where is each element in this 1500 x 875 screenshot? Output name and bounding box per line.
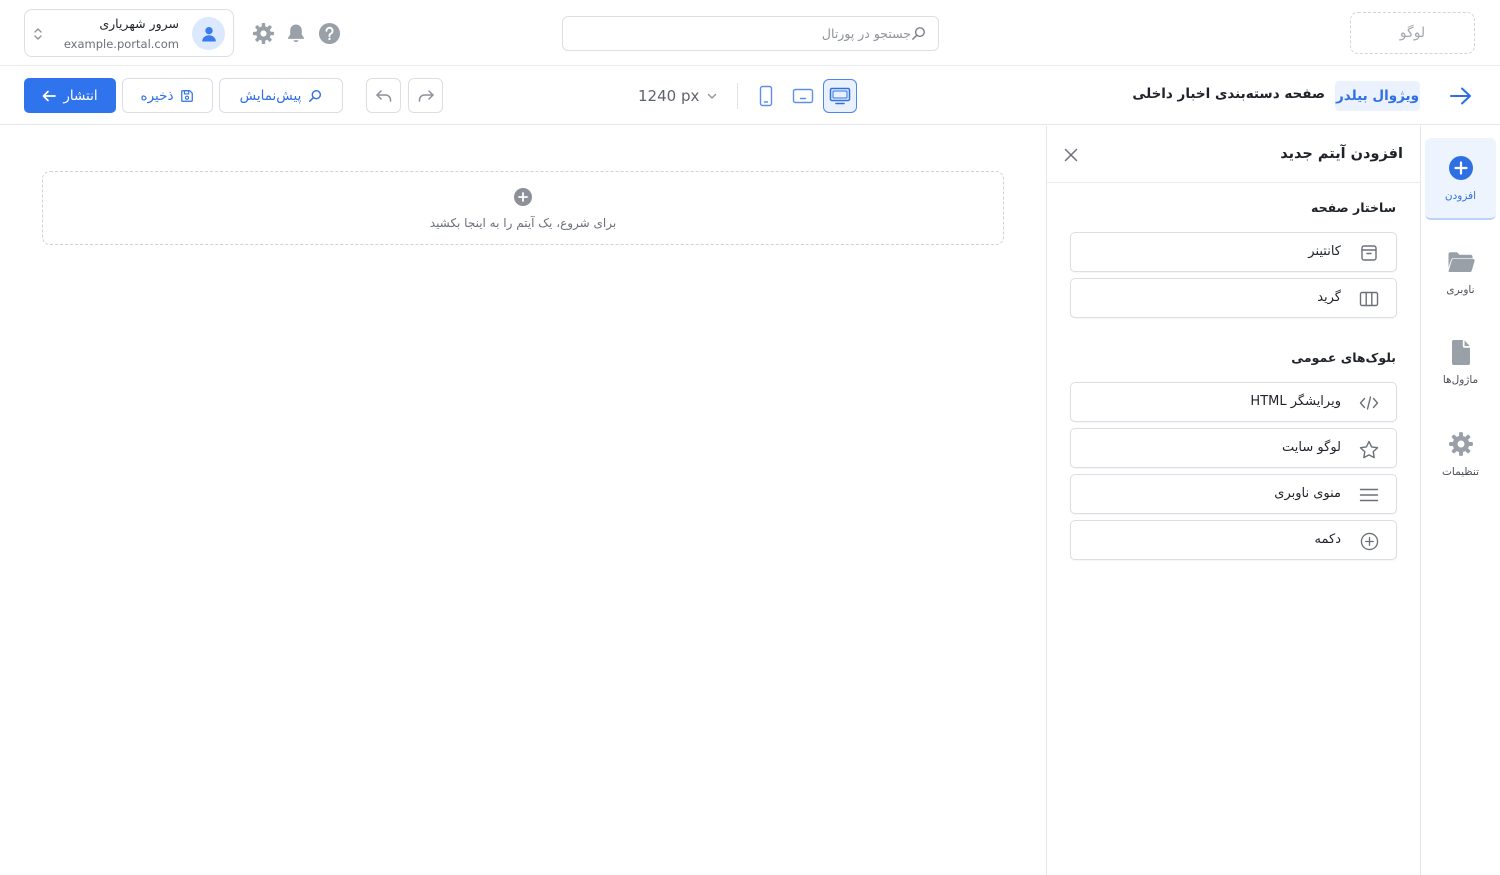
help-icon[interactable] (317, 21, 341, 45)
search-box[interactable] (562, 16, 939, 51)
grid-columns-icon (1358, 288, 1380, 310)
user-icon (201, 26, 216, 42)
user-name: سرور شهریاری (99, 16, 179, 31)
document-icon (1447, 338, 1475, 366)
item-html-editor[interactable]: ویرایشگر HTML (1070, 382, 1397, 422)
search-input[interactable] (575, 26, 911, 41)
gear-icon[interactable] (251, 21, 275, 45)
item-container[interactable]: کانتینر (1070, 232, 1397, 272)
desktop-icon (829, 87, 851, 105)
container-icon (1358, 242, 1380, 264)
preview-button[interactable]: پیش‌نمایش (219, 78, 343, 113)
save-disk-icon (180, 89, 194, 103)
search-icon (911, 26, 926, 41)
preview-search-icon (308, 89, 322, 103)
add-circle-icon (514, 188, 532, 206)
add-item-panel: افزودن آیتم جدید ساختار صفحه کانتینر گری… (1046, 126, 1421, 875)
rail-item-add[interactable]: افزودن (1425, 138, 1496, 220)
rail-item-label: افزودن (1444, 190, 1477, 202)
save-label: ذخیره (140, 87, 174, 104)
panel-header: افزودن آیتم جدید (1047, 126, 1420, 183)
section-title-structure: ساختار صفحه (1310, 200, 1396, 215)
canvas-width-select[interactable]: 1240 px (638, 85, 717, 107)
device-desktop-button[interactable] (823, 79, 857, 113)
item-label: گرید (1317, 290, 1341, 305)
item-grid[interactable]: گرید (1070, 278, 1397, 318)
redo-icon (418, 89, 434, 102)
logo-placeholder[interactable]: لوگو (1350, 12, 1475, 54)
undo-icon (375, 89, 391, 102)
app-badge: ویژوال بیلدر (1335, 81, 1420, 111)
drop-hint: برای شروع، یک آیتم را به اینجا بکشید (429, 216, 617, 230)
toolbar-divider (737, 83, 738, 109)
close-icon[interactable] (1061, 145, 1081, 165)
rail-item-navigation[interactable]: ناوبری (1425, 232, 1496, 314)
section-title-general: بلوک‌های عمومی (1291, 350, 1396, 365)
gear-icon (1447, 430, 1475, 458)
item-site-logo[interactable]: لوگو سایت (1070, 428, 1397, 468)
item-label: ویرایشگر HTML (1250, 394, 1341, 409)
drop-zone[interactable]: برای شروع، یک آیتم را به اینجا بکشید (42, 171, 1004, 245)
arrow-left-icon (42, 90, 57, 102)
page-title: صفحه دسته‌بندی اخبار داخلی (1132, 86, 1325, 102)
builder-toolbar: ویژوال بیلدر صفحه دسته‌بندی اخبار داخلی … (0, 67, 1500, 125)
rail-item-label: ناوبری (1446, 284, 1475, 296)
item-label: لوگو سایت (1282, 440, 1341, 455)
code-icon (1358, 392, 1380, 414)
back-arrow-icon[interactable] (1448, 84, 1474, 108)
canvas-width-value: 1240 px (638, 87, 700, 105)
rail-item-settings[interactable]: تنظیمات (1425, 414, 1496, 496)
item-nav-menu[interactable]: منوی ناوبری (1070, 474, 1397, 514)
avatar (192, 17, 225, 50)
rail-item-label: تنظیمات (1441, 466, 1480, 478)
chevron-down-icon (707, 93, 717, 100)
app-badge-label: ویژوال بیلدر (1336, 88, 1419, 104)
star-icon (1358, 438, 1380, 460)
item-label: منوی ناوبری (1274, 486, 1341, 501)
top-header: لوگو سرور شهریاری example.portal.com (0, 0, 1500, 66)
publish-button[interactable]: انتشار (24, 78, 116, 113)
user-domain: example.portal.com (63, 37, 179, 51)
device-mobile-button[interactable] (749, 79, 783, 113)
user-switcher[interactable]: سرور شهریاری example.portal.com (24, 9, 234, 57)
preview-label: پیش‌نمایش (239, 87, 302, 104)
folder-icon (1447, 248, 1475, 276)
device-tablet-button[interactable] (786, 79, 820, 113)
tablet-landscape-icon (792, 88, 814, 104)
item-button[interactable]: دکمه (1070, 520, 1397, 560)
item-label: کانتینر (1308, 244, 1341, 259)
save-button[interactable]: ذخیره (122, 78, 213, 113)
publish-label: انتشار (63, 87, 98, 104)
menu-lines-icon (1358, 484, 1380, 506)
plus-circle-icon (1358, 530, 1380, 552)
panel-title: افزودن آیتم جدید (1280, 146, 1403, 162)
undo-button[interactable] (366, 78, 401, 113)
rail-item-label: ماژول‌ها (1442, 374, 1479, 386)
side-rail: افزودن ناوبری ماژول‌ها تنظیمات (1421, 126, 1500, 875)
redo-button[interactable] (408, 78, 443, 113)
item-label: دکمه (1314, 532, 1341, 547)
add-circle-icon (1447, 154, 1475, 182)
rail-item-modules[interactable]: ماژول‌ها (1425, 322, 1496, 404)
mobile-icon (759, 85, 773, 107)
logo-text: لوگو (1399, 25, 1426, 41)
chevron-updown-icon (33, 26, 43, 42)
bell-icon[interactable] (284, 21, 308, 45)
builder-canvas: برای شروع، یک آیتم را به اینجا بکشید (0, 126, 1046, 875)
